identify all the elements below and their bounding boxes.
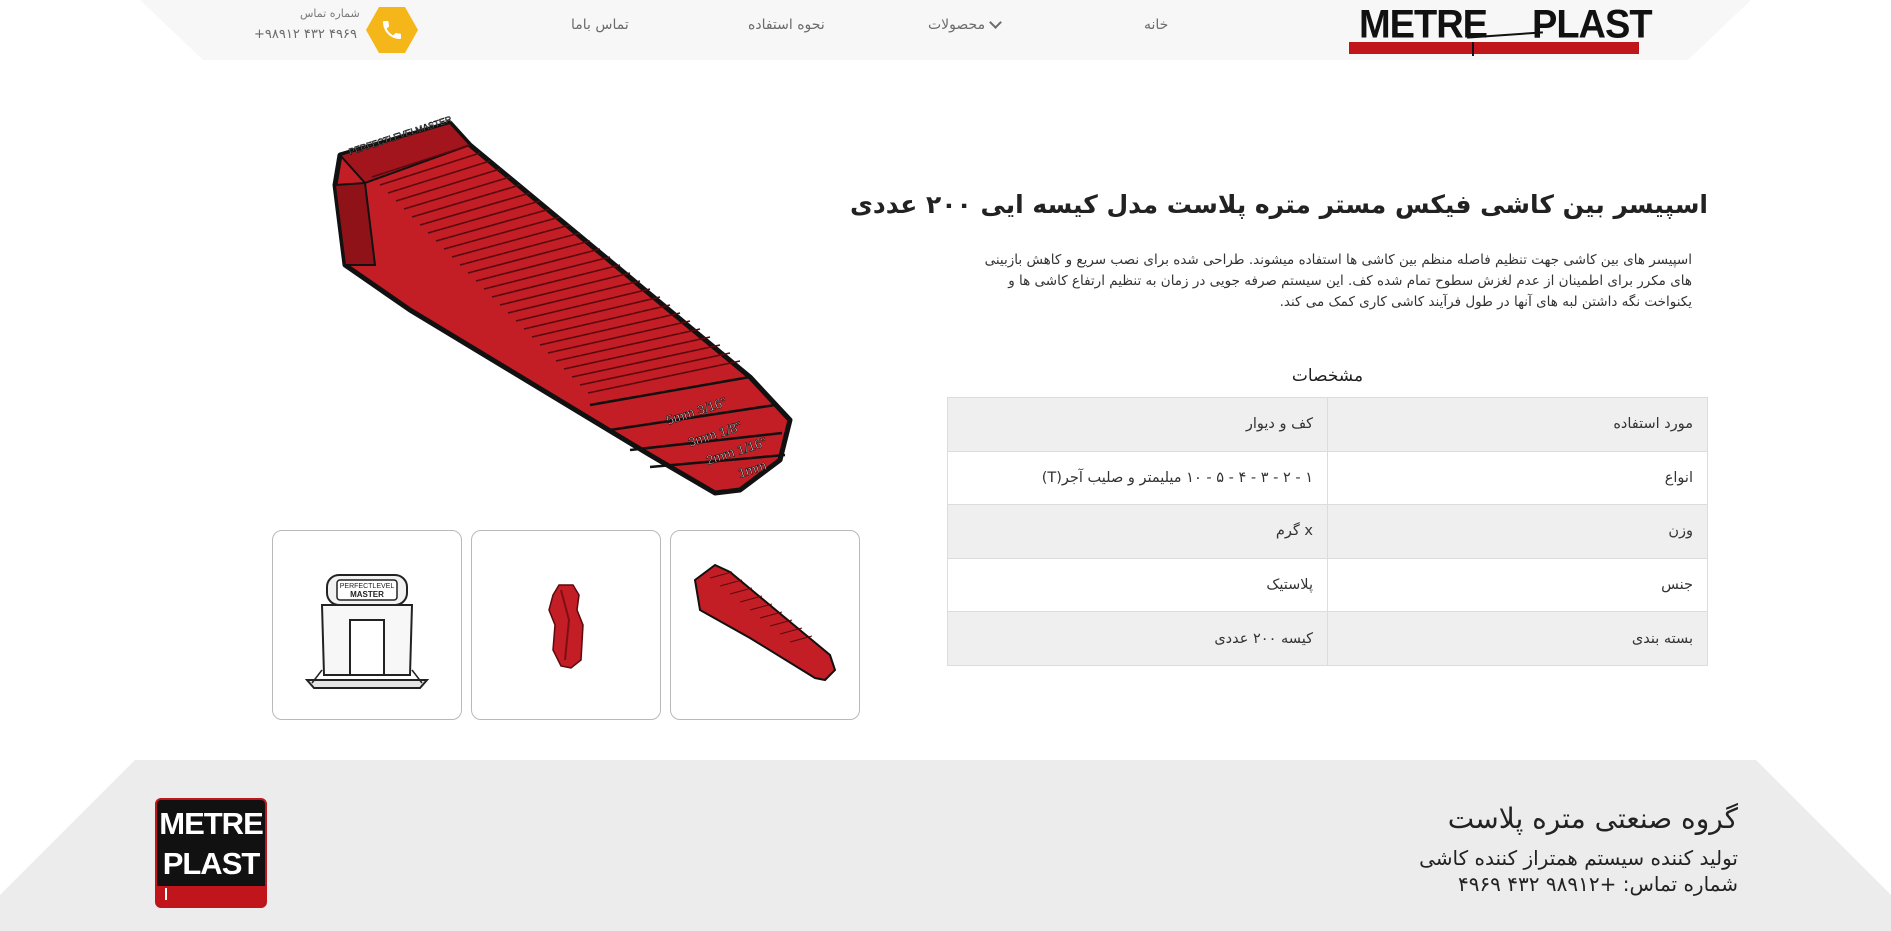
spec-key: بسته بندی bbox=[1327, 611, 1708, 666]
spec-key: مورد استفاده bbox=[1327, 397, 1708, 452]
spec-key: انواع bbox=[1327, 450, 1708, 506]
nav-contact-us[interactable]: تماس باما bbox=[571, 17, 629, 33]
spec-value: کیسه ۲۰۰ عددی bbox=[947, 611, 1328, 666]
footer-logo-word-metre: METRE bbox=[159, 806, 264, 841]
nav-how-to-use[interactable]: نحوه استفاده bbox=[748, 17, 825, 33]
logo-word-plast: PLAST bbox=[1532, 2, 1653, 48]
nav-products-label: محصولات bbox=[928, 17, 986, 33]
brand-logo[interactable]: METRE PLAST bbox=[1349, 2, 1653, 56]
specs-table: مورد استفاده کف و دیوار انواع ۱ - ۲ - ۳ … bbox=[947, 397, 1708, 666]
spec-value: ۱ - ۲ - ۳ - ۴ - ۵ - ۱۰ میلیمتر و صلیب آج… bbox=[947, 450, 1328, 506]
table-row: جنس پلاستیک bbox=[947, 557, 1708, 613]
footer-subtitle: تولید کننده سیستم همتراز کننده کاشی bbox=[1419, 846, 1738, 870]
clip-thumbnail-image: PERFECTLEVEL MASTER bbox=[304, 574, 430, 689]
product-main-image[interactable]: PERFECTLEVELMASTER 5mm 3/16" 3mm 1/8" 2m… bbox=[320, 115, 810, 500]
thumbnail-side-view[interactable] bbox=[471, 530, 661, 720]
clip-label-2: MASTER bbox=[350, 590, 384, 599]
spec-value: کف و دیوار bbox=[947, 397, 1328, 452]
footer-logo-tick bbox=[165, 888, 167, 900]
footer-company-name: گروه صنعتی متره پلاست bbox=[1447, 802, 1738, 835]
spec-value: x گرم bbox=[947, 504, 1328, 559]
footer-phone[interactable]: شماره تماس: +۹۸۹۱۲ ۴۳۲ ۴۹۶۹ bbox=[1458, 872, 1738, 896]
table-row: وزن x گرم bbox=[947, 504, 1708, 559]
header-phone-number[interactable]: +۹۸۹۱۲ ۴۳۲ ۴۹۶۹ bbox=[254, 27, 357, 42]
spacer-side-thumbnail-image bbox=[548, 584, 584, 669]
product-title: اسپیسر بین کاشی فیکس مستر متره پلاست مدل… bbox=[850, 190, 1708, 219]
thumbnail-clip[interactable]: PERFECTLEVEL MASTER bbox=[272, 530, 462, 720]
thumbnail-wedge[interactable] bbox=[670, 530, 860, 720]
spec-value: پلاستیک bbox=[947, 557, 1328, 613]
table-row: بسته بندی کیسه ۲۰۰ عددی bbox=[947, 611, 1708, 666]
spec-key: جنس bbox=[1327, 557, 1708, 613]
logo-word-metre: METRE bbox=[1359, 2, 1488, 48]
footer-logo-word-plast: PLAST bbox=[162, 846, 261, 881]
spec-key: وزن bbox=[1327, 504, 1708, 559]
footer-logo[interactable]: METRE PLAST bbox=[155, 798, 267, 908]
specs-heading: مشخصات bbox=[1291, 366, 1364, 386]
nav-home[interactable]: خانه bbox=[1144, 17, 1168, 33]
wedge-thumbnail-image bbox=[693, 563, 837, 682]
footer-logo-red-strip bbox=[157, 886, 265, 906]
clip-label-1: PERFECTLEVEL bbox=[340, 583, 395, 590]
table-row: مورد استفاده کف و دیوار bbox=[947, 397, 1708, 452]
chevron-down-icon bbox=[989, 16, 1002, 29]
phone-label: شماره تماس bbox=[300, 7, 360, 20]
table-row: انواع ۱ - ۲ - ۳ - ۴ - ۵ - ۱۰ میلیمتر و ص… bbox=[947, 450, 1708, 506]
nav-products[interactable]: محصولات bbox=[928, 16, 1002, 33]
product-description: اسپیسر های بین کاشی جهت تنظیم فاصله منظم… bbox=[984, 252, 1692, 310]
